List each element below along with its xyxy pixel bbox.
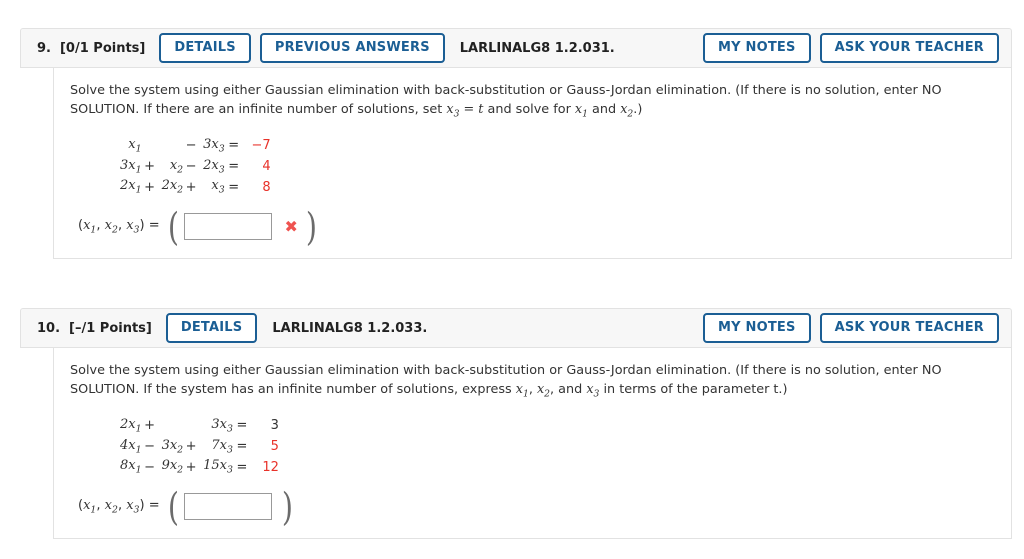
details-button-9[interactable]: DETAILS (159, 33, 251, 63)
problem-card-10: 10. [–/1 Points] DETAILS LARLINALG8 1.2.… (20, 308, 1012, 540)
ask-your-teacher-button-10[interactable]: ASK YOUR TEACHER (819, 313, 999, 343)
answer-row-9: (x1, x2, x3) = ( ✖ ) (78, 204, 317, 249)
eq-operator (142, 136, 158, 157)
equation-row: 2x1 + 2x2 + x3 = 8 (116, 177, 271, 198)
eq-term: x3 (211, 178, 225, 196)
answer-label-10: (x1, x2, x3) = (78, 498, 160, 516)
equation-row: 8x1 − 9x2 + 15x3 = 12 (116, 457, 279, 478)
eq-operator: + (185, 459, 197, 475)
header-actions-9: MY NOTES ASK YOUR TEACHER (703, 33, 999, 63)
equation-row: 2x1 + 3x3 = 3 (116, 416, 279, 437)
eq-equals: = (236, 418, 248, 434)
question-text-9-part2: and solve for (483, 101, 575, 117)
equation-row: 4x1 − 3x2 + 7x3 = 5 (116, 436, 279, 457)
problem-number-10: 10. (37, 320, 61, 336)
eq-term: x2 (169, 157, 184, 176)
eq-term: 2x2 (161, 178, 184, 196)
problem-header-9: 9. [0/1 Points] DETAILS PREVIOUS ANSWERS… (20, 28, 1012, 68)
eq-operator: − (144, 459, 156, 475)
eq-rhs: 8 (262, 179, 271, 195)
problem-body-10: Solve the system using either Gaussian e… (53, 348, 1012, 540)
eq-operator: + (144, 179, 156, 195)
question-math-x1: x1 (515, 381, 529, 400)
eq-rhs: −7 (251, 138, 271, 154)
my-notes-button-9[interactable]: MY NOTES (703, 33, 811, 63)
problem-header-10: 10. [–/1 Points] DETAILS LARLINALG8 1.2.… (20, 308, 1012, 348)
problem-code-10: LARLINALG8 1.2.033. (272, 320, 428, 336)
eq-term: 2x1 (120, 417, 142, 435)
exercise-page: 9. [0/1 Points] DETAILS PREVIOUS ANSWERS… (0, 0, 1024, 559)
eq-rhs: 3 (270, 418, 279, 434)
eq-term: 7x3 (211, 437, 233, 456)
eq-equals: = (228, 179, 240, 195)
question-math-x3: x3 = t (446, 101, 484, 120)
eq-operator (183, 416, 199, 437)
eq-term: 2x1 (120, 178, 142, 196)
eq-term: 15x3 (203, 458, 233, 476)
equation-system-10: 2x1 + 3x3 = 3 4x1 − 3x2 + 7x3 = 5 8x1 − … (116, 416, 279, 478)
question-math-x2: x2 (536, 381, 551, 400)
eq-term: 3x2 (161, 437, 184, 456)
question-text-9-part4: .) (633, 101, 643, 117)
equation-system-9: x1 − 3x3 = −7 3x1 + x2 − 2x3 = 4 2x1 + 2… (116, 136, 271, 198)
question-text-9-part3: and (587, 101, 621, 117)
eq-equals: = (228, 158, 240, 174)
eq-equals: = (236, 459, 248, 475)
incorrect-x-icon: ✖ (284, 216, 298, 236)
eq-operator: − (144, 438, 156, 454)
problem-card-9: 9. [0/1 Points] DETAILS PREVIOUS ANSWERS… (20, 28, 1012, 260)
problem-body-9: Solve the system using either Gaussian e… (53, 68, 1012, 260)
eq-term: 8x1 (120, 458, 142, 476)
eq-term (158, 416, 184, 437)
question-math-x3: x3 (586, 381, 600, 400)
question-text-9: Solve the system using either Gaussian e… (70, 82, 995, 124)
eq-operator: + (185, 179, 197, 195)
eq-term: 3x3 (211, 417, 233, 435)
answer-input-10[interactable] (184, 493, 273, 521)
eq-term: 3x3 (203, 137, 225, 155)
eq-equals: = (228, 138, 240, 154)
eq-rhs: 12 (262, 459, 279, 475)
question-text-10-part1: Solve the system using either Gaussian e… (70, 363, 942, 397)
question-text-10-part4: in terms of the parameter t.) (599, 381, 788, 397)
eq-operator: + (144, 158, 156, 174)
problem-code-9: LARLINALG8 1.2.031. (459, 40, 615, 56)
problem-points-9: [0/1 Points] (59, 40, 146, 56)
answer-row-10: (x1, x2, x3) = ( ) (78, 484, 294, 529)
eq-operator: − (185, 158, 197, 174)
question-math-x2: x2 (620, 101, 634, 120)
equation-row: x1 − 3x3 = −7 (116, 136, 271, 157)
eq-rhs: 4 (262, 158, 271, 174)
eq-operator: + (144, 418, 156, 434)
equation-row: 3x1 + x2 − 2x3 = 4 (116, 156, 271, 177)
eq-rhs: 5 (270, 438, 279, 454)
eq-operator: − (185, 138, 197, 154)
question-text-10-comma: , (528, 381, 537, 397)
eq-term: 3x1 (120, 157, 142, 176)
eq-term: x1 (128, 137, 142, 155)
header-actions-10: MY NOTES ASK YOUR TEACHER (703, 313, 999, 343)
question-text-10-part3: , and (550, 381, 587, 397)
question-text-10: Solve the system using either Gaussian e… (70, 362, 995, 404)
eq-equals: = (236, 438, 248, 454)
problem-number-9: 9. (37, 40, 51, 56)
details-button-10[interactable]: DETAILS (165, 313, 258, 343)
answer-input-9[interactable] (184, 213, 273, 241)
eq-term: 2x3 (203, 157, 225, 176)
answer-label-9: (x1, x2, x3) = (78, 218, 160, 236)
previous-answers-button-9[interactable]: PREVIOUS ANSWERS (259, 33, 445, 63)
problem-points-10: [–/1 Points] (69, 320, 152, 336)
eq-term: 9x2 (161, 458, 184, 476)
eq-term: 4x1 (120, 437, 142, 456)
ask-your-teacher-button-9[interactable]: ASK YOUR TEACHER (819, 33, 999, 63)
eq-term (158, 136, 184, 157)
question-math-x1: x1 (574, 101, 588, 120)
eq-operator: + (185, 438, 197, 454)
my-notes-button-10[interactable]: MY NOTES (703, 313, 811, 343)
